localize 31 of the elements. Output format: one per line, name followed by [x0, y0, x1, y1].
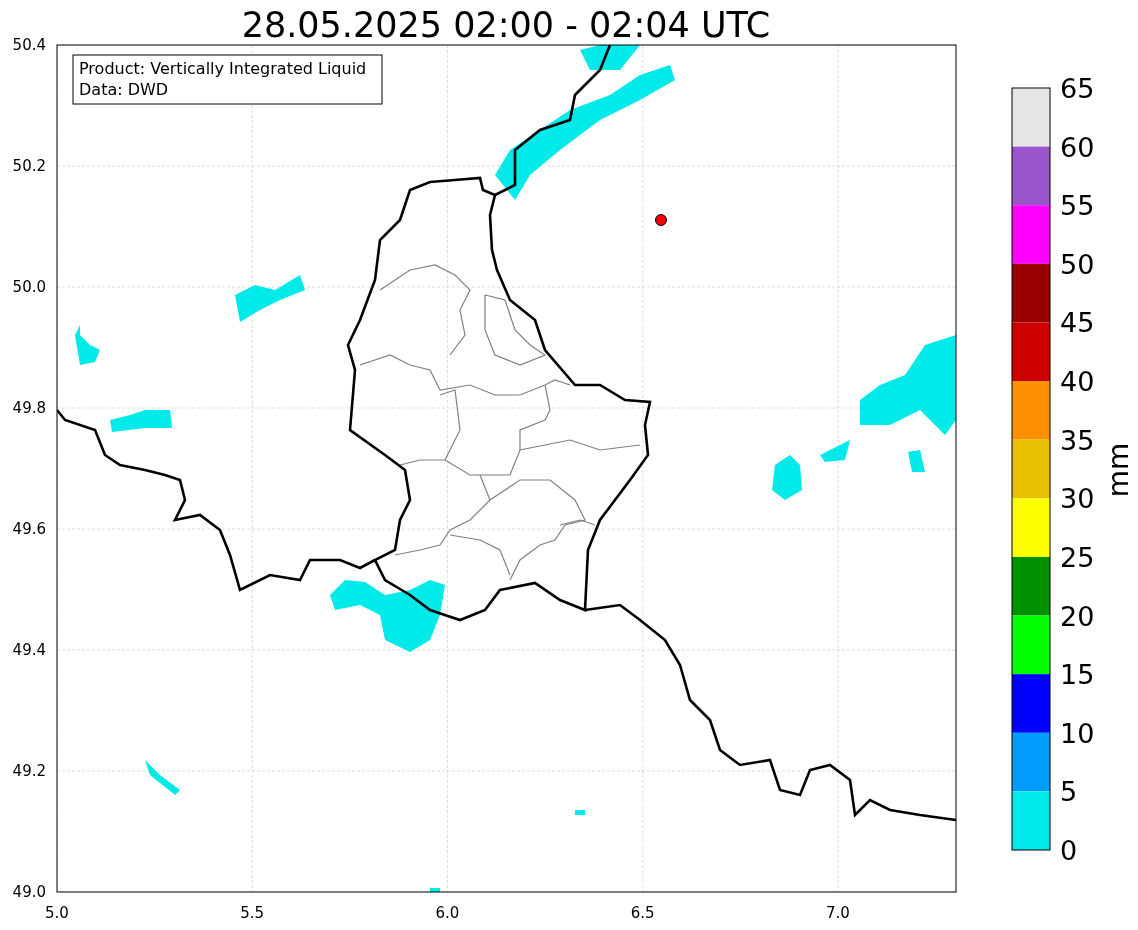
y-tick-label: 49.0 — [12, 883, 46, 901]
x-tick-label: 7.0 — [826, 904, 850, 922]
x-tick-label: 6.5 — [630, 904, 655, 922]
colorbar-tick-label: 45 — [1060, 307, 1095, 339]
colorbar-tick-label: 35 — [1060, 424, 1095, 456]
colorbar-tick-label: 55 — [1060, 190, 1095, 222]
y-tick-label: 50.2 — [12, 157, 46, 175]
colorbar-tick-label: 25 — [1060, 541, 1095, 573]
y-tick-label: 49.8 — [12, 399, 46, 417]
colorbar-tick-label: 5 — [1060, 776, 1078, 808]
colorbar-tick-label: 10 — [1060, 717, 1095, 749]
info-text: Data: DWD — [79, 80, 169, 99]
colorbar-tick-label: 15 — [1060, 659, 1095, 691]
chart-title: 28.05.2025 02:00 - 02:04 UTC — [241, 5, 771, 45]
colorbar-tick-label: 50 — [1060, 248, 1095, 280]
colorbar-tick-label: 60 — [1060, 131, 1095, 163]
colorbar-tick-label: 30 — [1060, 483, 1095, 515]
colorbar-tick-label: 65 — [1060, 73, 1095, 104]
colorbar-label: mm — [1102, 442, 1135, 498]
y-tick-label: 49.6 — [12, 520, 46, 538]
colorbar-tick-label: 20 — [1060, 600, 1095, 632]
y-tick-label: 49.2 — [12, 762, 46, 780]
colorbar-tick-label: 40 — [1060, 366, 1095, 398]
y-tick-label: 50.0 — [12, 278, 46, 296]
y-tick-label: 49.4 — [12, 641, 46, 659]
x-tick-label: 6.0 — [435, 904, 460, 922]
colorbar-tick-label: 0 — [1060, 835, 1078, 866]
y-tick-label: 50.4 — [12, 36, 46, 54]
info-text: Product: Vertically Integrated Liquid — [79, 59, 367, 78]
x-tick-label: 5.5 — [240, 904, 265, 922]
x-tick-label: 5.0 — [45, 904, 69, 922]
